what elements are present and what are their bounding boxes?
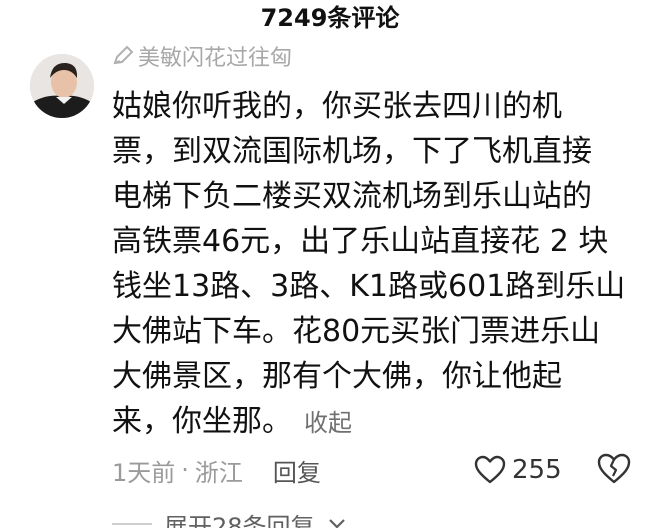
- comment-line: 高铁票46元，出了乐山站直接花 2 块: [112, 224, 609, 259]
- comment-line-last: 来，你坐那。 收起: [112, 399, 642, 444]
- pencil-icon: [113, 45, 134, 65]
- comment-line-text: 来，你坐那。: [112, 404, 292, 439]
- comment-line: 大佛站下车。花80元买张门票进乐山: [112, 314, 601, 349]
- comments-screen: 7249条评论 美敏闪花过往匈 姑娘你听我的，你买张去四川的机 票，到双流国际机…: [0, 0, 660, 528]
- heart-icon: [474, 455, 506, 484]
- avatar-image: [30, 54, 94, 118]
- username-row: 美敏闪花过往匈: [112, 36, 372, 76]
- collapse-link[interactable]: 收起: [304, 409, 352, 437]
- meta-separator: ·: [181, 456, 189, 484]
- dislike-button[interactable]: [596, 452, 632, 488]
- broken-heart-icon: [597, 453, 631, 484]
- expand-replies[interactable]: 展开28条回复: [112, 504, 347, 528]
- username[interactable]: 美敏闪花过往匈: [138, 40, 292, 72]
- comment-text: 姑娘你听我的，你买张去四川的机 票，到双流国际机场，下了飞机直接 电梯下负二楼买…: [112, 84, 642, 444]
- like-count: 255: [512, 455, 562, 485]
- comment-line: 电梯下负二楼买双流机场到乐山站的: [112, 179, 592, 214]
- comment-time: 1天前: [112, 458, 176, 487]
- chevron-down-icon: [328, 519, 345, 528]
- avatar[interactable]: [30, 54, 94, 118]
- reply-button[interactable]: 回复: [273, 453, 321, 488]
- comments-title: 7249条评论: [260, 4, 400, 32]
- comment-line: 票，到双流国际机场，下了飞机直接: [112, 134, 592, 169]
- comment-line: 姑娘你听我的，你买张去四川的机: [112, 89, 562, 124]
- expand-replies-label: 展开28条回复: [164, 512, 315, 528]
- like-button[interactable]: 255: [474, 448, 562, 492]
- divider-line: [112, 523, 152, 525]
- comment-line: 钱坐13路、3路、K1路或601路到乐山: [112, 269, 626, 304]
- comment-meta: 1天前 · 浙江 回复: [112, 448, 321, 492]
- comment-line: 大佛景区，那有个大佛，你让他起: [112, 359, 562, 394]
- comment-location: 浙江: [194, 458, 243, 487]
